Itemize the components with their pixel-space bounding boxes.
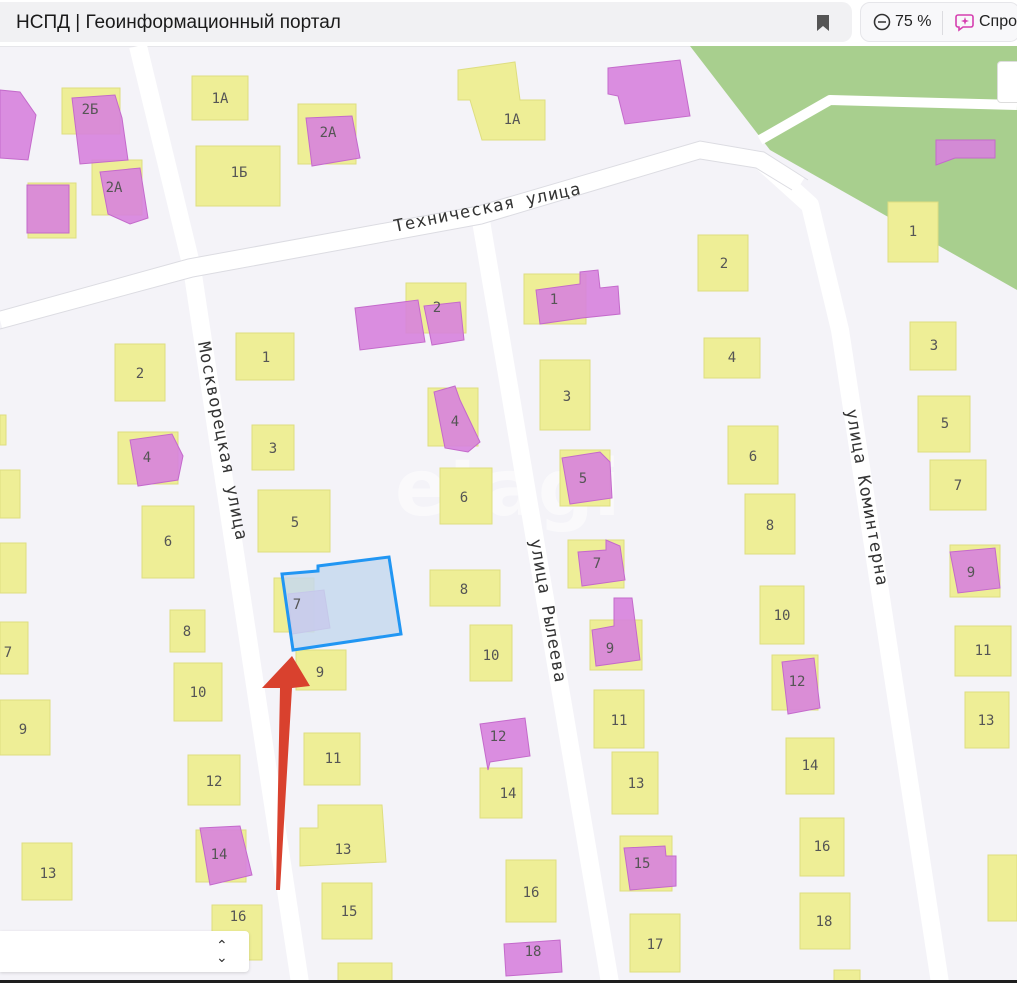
ai-assistant-icon[interactable] (955, 12, 975, 36)
cadastral-map[interactable]: etagi Техническая улица Москворецкая ули… (0, 46, 1017, 983)
house-number: 6 (460, 490, 468, 506)
house-number: 13 (978, 713, 995, 729)
house-number: 7 (593, 556, 601, 572)
zoom-out-icon[interactable] (873, 13, 891, 35)
zoom-level[interactable]: 75 % (895, 13, 931, 31)
house-number: 9 (606, 641, 614, 657)
house-number: 1 (262, 350, 270, 366)
parcel (129, 433, 184, 487)
house-number: 16 (814, 839, 831, 855)
house-number: 13 (628, 776, 645, 792)
house-number: 11 (611, 713, 628, 729)
house-number: 2А (320, 125, 337, 141)
building (987, 854, 1017, 922)
house-number: 5 (579, 471, 587, 487)
house-number: 1 (550, 292, 558, 308)
house-number: 12 (206, 774, 223, 790)
house-number: 2 (136, 366, 144, 382)
house-number: 17 (647, 937, 664, 953)
house-number: 18 (816, 914, 833, 930)
house-number: 13 (335, 842, 352, 858)
house-number: 14 (802, 758, 819, 774)
parcel (607, 59, 691, 125)
house-number: 14 (500, 786, 517, 802)
house-number: 9 (967, 565, 975, 581)
map-control-button[interactable] (997, 61, 1017, 103)
house-number: 1Б (231, 165, 248, 181)
zoom-divider (942, 11, 943, 35)
house-number: 7 (4, 645, 12, 661)
house-number: 11 (325, 751, 342, 767)
house-number: 3 (563, 389, 571, 405)
road-kominterna (753, 153, 949, 983)
house-number: 12 (490, 729, 507, 745)
house-number: 5 (291, 515, 299, 531)
house-number: 3 (269, 441, 277, 457)
house-number: 16 (230, 909, 247, 925)
house-number: 18 (525, 944, 542, 960)
page-title: НСПД | Геоинформационный портал (16, 12, 341, 33)
house-number: 4 (451, 414, 459, 430)
house-number: 2А (106, 180, 123, 196)
house-number: 3 (930, 338, 938, 354)
building (0, 542, 27, 594)
house-number: 2 (720, 256, 728, 272)
house-number: 7 (954, 478, 962, 494)
house-number: 8 (460, 582, 468, 598)
house-number: 8 (766, 518, 774, 534)
house-number: 10 (190, 685, 207, 701)
layer-select[interactable]: ⌃ ⌄ (0, 931, 249, 972)
building (0, 469, 21, 519)
house-number: 15 (634, 856, 651, 872)
house-number: 9 (19, 722, 27, 738)
house-number: 7 (293, 597, 301, 613)
house-number: 9 (316, 665, 324, 681)
house-number: 10 (774, 608, 791, 624)
parcel (99, 167, 149, 225)
browser-top-bar: НСПД | Геоинформационный портал 75 % Спр… (0, 0, 1017, 47)
zoom-controls: 75 % Спро (860, 2, 1017, 42)
house-number: 2Б (82, 102, 99, 118)
page-title-bar[interactable]: НСПД | Геоинформационный портал (0, 2, 852, 42)
house-number: 14 (211, 847, 228, 863)
house-number: 8 (183, 624, 191, 640)
house-number: 15 (341, 904, 358, 920)
house-number: 1А (212, 91, 229, 107)
chevron-up-down-icon: ⌃ ⌄ (216, 938, 228, 966)
parcel (423, 301, 465, 346)
house-number: 2 (433, 300, 441, 316)
house-number: 10 (483, 648, 500, 664)
parcel (591, 597, 641, 667)
parcel (305, 115, 361, 167)
parcel (26, 184, 70, 234)
house-number: 4 (143, 450, 151, 466)
street-label-ryleeva: улица Рылеева (525, 537, 570, 684)
building (457, 61, 546, 141)
house-number: 4 (728, 350, 736, 366)
house-number: 5 (941, 416, 949, 432)
house-number: 16 (523, 885, 540, 901)
house-number: 12 (789, 674, 806, 690)
ask-button-label[interactable]: Спро (979, 13, 1017, 31)
house-number: 13 (40, 866, 57, 882)
parcel (354, 299, 426, 351)
house-number: 11 (975, 643, 992, 659)
bookmark-icon[interactable] (816, 14, 830, 36)
house-number: 1 (909, 224, 917, 240)
house-number: 1А (504, 112, 521, 128)
parcel (0, 89, 37, 161)
building (0, 414, 7, 446)
house-number: 6 (164, 534, 172, 550)
house-number: 6 (749, 449, 757, 465)
